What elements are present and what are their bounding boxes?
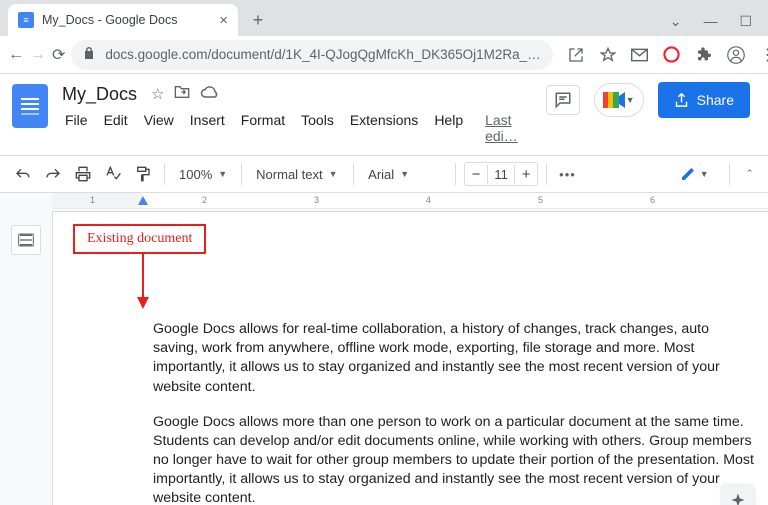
kebab-menu-icon[interactable]: ⋮ [759,46,768,64]
print-button[interactable] [70,161,96,187]
profile-icon[interactable] [727,46,745,64]
browser-toolbar: ← → ⟳ docs.google.com/document/d/1K_4I-Q… [0,36,768,74]
send-tab-icon[interactable] [567,46,585,64]
menu-format[interactable]: Format [234,109,292,147]
mail-icon[interactable] [631,46,649,64]
docs-favicon: ≡ [18,12,34,28]
explore-button[interactable] [722,484,754,505]
show-outline-button[interactable] [11,225,41,255]
redo-button[interactable] [40,161,66,187]
indent-marker[interactable] [138,196,148,205]
meet-caret-icon: ▼ [626,95,635,105]
horizontal-ruler[interactable]: 1 2 3 4 5 6 [52,193,768,209]
minimize-icon[interactable]: — [703,13,717,30]
zoom-dropdown[interactable]: 100% ▼ [173,161,233,187]
star-doc-icon[interactable]: ☆ [151,85,164,103]
cloud-status-icon[interactable] [200,86,218,103]
font-size-increase[interactable]: + [515,166,537,183]
document-body[interactable]: Google Docs allows for real-time collabo… [153,320,754,505]
meet-button[interactable]: ▼ [594,83,644,117]
document-page[interactable]: Existing document Google Docs allows for… [52,211,768,505]
menu-extensions[interactable]: Extensions [343,109,425,147]
menu-insert[interactable]: Insert [183,109,232,147]
menu-edit[interactable]: Edit [97,109,135,147]
meet-icon [603,92,623,108]
star-icon[interactable] [599,46,617,64]
docs-toolbar: 100% ▼ Normal text ▼ Arial ▼ − 11 + ••• … [0,155,768,193]
ruler-row: 1 2 3 4 5 6 [0,193,768,209]
opera-icon[interactable] [663,46,681,64]
tab-title: My_Docs - Google Docs [42,13,211,27]
lock-icon [83,46,95,63]
menu-bar: File Edit View Insert Format Tools Exten… [58,109,536,147]
menu-tools[interactable]: Tools [294,109,341,147]
move-doc-icon[interactable] [174,85,190,103]
caret-icon: ▼ [700,169,709,179]
browser-tab[interactable]: ≡ My_Docs - Google Docs × [8,4,238,36]
maximize-icon[interactable]: ☐ [739,13,752,30]
share-label: Share [697,92,734,108]
comment-history-button[interactable] [546,85,580,115]
zoom-value: 100% [179,167,212,182]
close-tab-icon[interactable]: × [219,12,228,29]
docs-header: My_Docs ☆ File Edit View Insert Format T… [0,74,768,147]
menu-help[interactable]: Help [427,109,470,147]
caret-icon: ▼ [329,169,338,179]
paragraph: Google Docs allows more than one person … [153,413,754,505]
font-size-decrease[interactable]: − [465,166,487,183]
url-text: docs.google.com/document/d/1K_4I-QJogQgM… [105,47,540,62]
window-controls: ⌄ — ☐ [670,13,768,36]
extension-icons: ⋮ [559,46,768,64]
document-area: Existing document Google Docs allows for… [0,209,768,505]
forward-button[interactable]: → [30,41,46,69]
document-title[interactable]: My_Docs [58,83,141,106]
paragraph: Google Docs allows for real-time collabo… [153,320,754,397]
spellcheck-button[interactable] [100,161,126,187]
address-bar[interactable]: docs.google.com/document/d/1K_4I-QJogQgM… [71,40,552,70]
paint-format-button[interactable] [130,161,156,187]
font-value: Arial [368,167,394,182]
annotation-arrow-icon [133,254,153,309]
back-button[interactable]: ← [8,41,24,69]
font-dropdown[interactable]: Arial ▼ [362,161,447,187]
style-value: Normal text [256,167,322,182]
more-tools-button[interactable]: ••• [559,167,576,182]
browser-tab-strip: ≡ My_Docs - Google Docs × + ⌄ — ☐ [0,0,768,36]
annotation-label: Existing document [73,224,206,254]
caret-icon: ▼ [400,169,409,179]
editing-mode-button[interactable]: ▼ [672,163,717,185]
new-tab-button[interactable]: + [244,6,272,34]
extensions-icon[interactable] [695,46,713,64]
reload-button[interactable]: ⟳ [52,41,65,69]
caret-icon: ▼ [218,169,227,179]
docs-logo[interactable] [12,84,48,128]
undo-button[interactable] [10,161,36,187]
font-size-value[interactable]: 11 [487,165,515,184]
style-dropdown[interactable]: Normal text ▼ [250,161,345,187]
collapse-toolbar-button[interactable]: ˆ [742,167,758,182]
share-button[interactable]: Share [658,82,750,118]
menu-file[interactable]: File [58,109,95,147]
chevron-down-icon[interactable]: ⌄ [670,13,682,30]
last-edit-link[interactable]: Last edi… [478,109,536,147]
menu-view[interactable]: View [137,109,181,147]
font-size-control: − 11 + [464,162,538,186]
